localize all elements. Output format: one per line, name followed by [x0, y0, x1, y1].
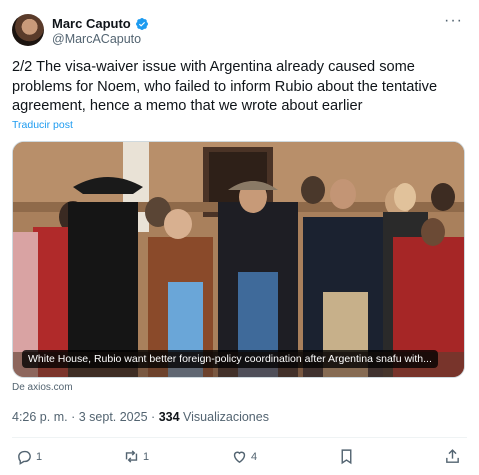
author-handle[interactable]: @MarcACaputo — [52, 32, 141, 46]
tweet-meta: 4:26 p. m. · 3 sept. 2025 · 334 Visualiz… — [12, 410, 269, 424]
verified-badge-icon — [135, 17, 148, 30]
bookmark-button[interactable] — [338, 448, 355, 465]
link-card[interactable]: White House, Rubio want better foreign-p… — [12, 141, 465, 378]
bookmark-icon — [341, 449, 352, 465]
translate-link[interactable]: Traducir post — [12, 119, 73, 131]
repost-icon — [125, 450, 138, 463]
more-icon[interactable]: ··· — [444, 12, 463, 30]
like-button[interactable]: 4 — [231, 448, 257, 465]
card-title[interactable]: White House, Rubio want better foreign-p… — [22, 350, 438, 368]
share-button[interactable] — [444, 448, 461, 465]
share-icon — [446, 449, 459, 463]
meta-separator: · — [151, 410, 156, 424]
views-count: 334 — [158, 410, 180, 424]
tweet-time[interactable]: 4:26 p. m. — [12, 410, 68, 424]
tweet-header: Marc Caputo @MarcACaputo ··· — [12, 12, 467, 50]
card-source[interactable]: De axios.com — [12, 382, 73, 393]
divider — [12, 437, 467, 438]
author-name[interactable]: Marc Caputo — [52, 16, 131, 31]
avatar[interactable] — [12, 14, 44, 46]
repost-button[interactable]: 1 — [123, 448, 149, 465]
views-label: Visualizaciones — [183, 410, 269, 424]
reply-button[interactable]: 1 — [16, 448, 42, 465]
repost-count: 1 — [143, 450, 150, 463]
author-name-row: Marc Caputo — [52, 16, 149, 31]
like-icon — [233, 451, 246, 464]
card-image — [13, 142, 464, 377]
tweet-text: 2/2 The visa-waiver issue with Argentina… — [12, 59, 438, 114]
reply-icon — [18, 450, 31, 465]
like-count: 4 — [251, 450, 258, 463]
tweet-date[interactable]: 3 sept. 2025 — [79, 410, 148, 424]
action-bar: 1 1 4 — [12, 446, 467, 470]
meta-separator: · — [71, 410, 76, 424]
reply-count: 1 — [36, 450, 43, 463]
